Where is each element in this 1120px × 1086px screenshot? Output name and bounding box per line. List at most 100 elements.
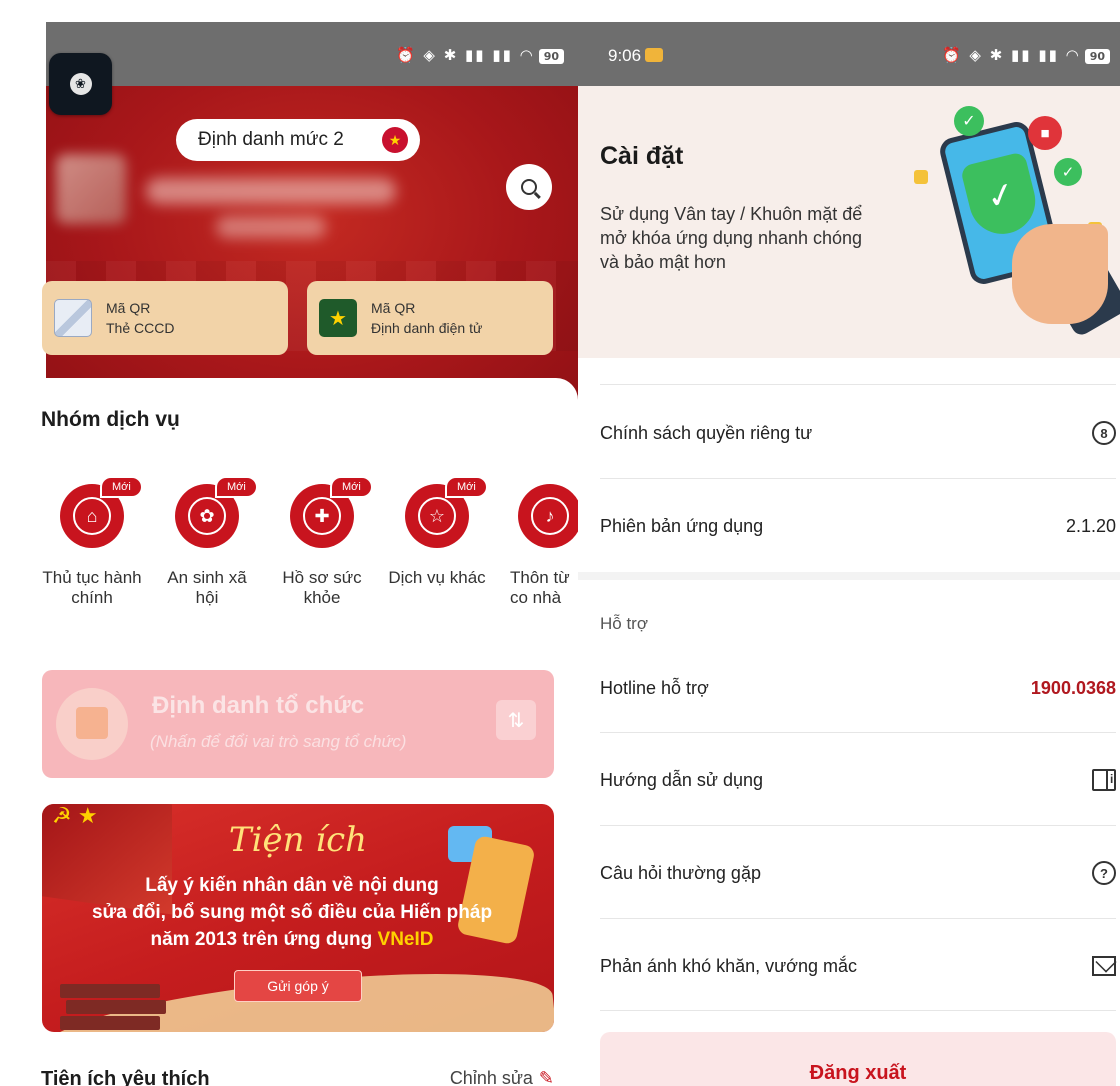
health-shield-icon: Mới ✚ (290, 476, 373, 548)
mail-send-icon (1092, 956, 1116, 976)
qr-cccd-title: Mã QR (106, 300, 151, 316)
status-icons: ⏰ ◈ ✱ ▮▮ ▮▮ ◠ 90 (396, 46, 564, 64)
app-version-value: 2.1.20 (1065, 515, 1116, 536)
status-bar: 9:06 ⏰ ◈ ✱ ▮▮ ▮▮ ◠ 90 (578, 22, 1120, 86)
service-health-record[interactable]: Mới ✚ Hồ sơ sức khỏe (272, 466, 373, 608)
favorites-edit-link[interactable]: Chỉnh sửa ✎ (450, 1068, 554, 1086)
faq-row[interactable]: Câu hỏi thường gặp ? (600, 827, 1116, 919)
service-label: Thủ tục hành chính (42, 568, 142, 607)
police-emblem-icon: ★ (319, 299, 357, 337)
qr-eid-card[interactable]: ★ Mã QR Định danh điện tử (307, 281, 553, 355)
divider (600, 732, 1116, 733)
book-icon (1092, 769, 1116, 791)
new-badge: Mới (215, 476, 258, 498)
service-label: Hồ sơ sức khỏe (282, 568, 362, 607)
favorites-edit-label: Chỉnh sửa (449, 1068, 533, 1086)
promo-banner[interactable]: ☭ ★ Tiện ích Lấy ý kiến nhân dân về nội … (42, 804, 554, 1032)
service-label: Thôn từ co nhà (510, 568, 570, 607)
star-shield-icon: ★ (382, 127, 408, 153)
divider (600, 825, 1116, 826)
clock: 9:06 (608, 46, 664, 66)
bank-icon: Mới ⌂ (60, 476, 143, 548)
promo-line-3: năm 2013 trên ứng dụng VNeID (72, 926, 512, 953)
promo-title: Tiện ích (228, 820, 368, 860)
promo-brand: VNeID (377, 929, 434, 950)
biometric-description: Sử dụng Vân tay / Khuôn mặt để mở khóa ứ… (600, 204, 863, 272)
calendar-icon (76, 707, 108, 739)
swap-icon[interactable]: ⇅ (496, 700, 536, 740)
service-administrative[interactable]: Mới ⌂ Thủ tục hành chính (42, 466, 143, 608)
organization-title: Định danh tổ chức (152, 692, 365, 719)
new-badge: Mới (445, 476, 488, 498)
avatar[interactable] (56, 154, 126, 224)
battery-indicator: 90 (1084, 49, 1110, 64)
service-label: Dịch vụ khác (388, 568, 486, 587)
user-guide-label: Hướng dẫn sử dụng (600, 769, 764, 790)
privacy-policy-label: Chính sách quyền riêng tư (600, 422, 813, 443)
service-label: An sinh xã hội (167, 568, 247, 607)
lock-icon: ■ (1028, 116, 1062, 150)
gallery-notification-icon (645, 48, 664, 62)
favorites-title: Tiện ích yêu thích (41, 1068, 210, 1086)
question-icon: ? (1092, 861, 1116, 885)
identity-level-badge[interactable]: Định danh mức 2 ★ (176, 119, 420, 161)
status-icons: ⏰ ◈ ✱ ▮▮ ▮▮ ◠ 90 (942, 46, 1110, 64)
bell-icon: ♪ (518, 484, 578, 548)
settings-screen: 9:06 ⏰ ◈ ✱ ▮▮ ▮▮ ◠ 90 Cài đặt Sử dụng Vân… (578, 22, 1120, 1086)
section-gap (578, 572, 1120, 580)
new-badge: Mới (100, 476, 143, 498)
service-group: Mới ⌂ Thủ tục hành chính Mới ✿ An sinh x… (42, 466, 578, 656)
support-heading: Hỗ trợ (600, 614, 648, 633)
check-icon: ✓ (954, 106, 984, 136)
search-button[interactable] (506, 164, 552, 210)
hotline-label: Hotline hỗ trợ (600, 677, 709, 698)
qr-eid-subtitle: Định danh điện tử (371, 320, 483, 336)
user-name-blurred (146, 178, 396, 204)
hand-graphic (1012, 224, 1108, 324)
feedback-label: Phản ánh khó khăn, vướng mắc (600, 955, 858, 976)
page-title: Cài đặt (600, 142, 684, 170)
service-notifications[interactable]: ♪ Thôn từ co nhà (500, 466, 578, 608)
new-badge: Mới (330, 476, 373, 498)
organization-subtitle: (Nhấn để đổi vai trò sang tổ chức) (150, 732, 407, 751)
app-switcher-icon[interactable]: ❀ (49, 53, 112, 115)
identity-level-label: Định danh mức 2 (198, 129, 344, 150)
logout-button[interactable]: Đăng xuất (600, 1032, 1116, 1086)
app-version-label: Phiên bản ứng dụng (600, 515, 764, 536)
service-other[interactable]: Mới ☆ Dịch vụ khác (387, 466, 488, 588)
settings-header: Cài đặt Sử dụng Vân tay / Khuôn mặt để m… (578, 86, 1120, 358)
user-id-blurred (216, 216, 326, 238)
divider (600, 918, 1116, 919)
profile-header: Định danh mức 2 ★ Mã QR Thẻ CCCD ★ Mã QR… (42, 86, 578, 416)
promo-line-2: sửa đổi, bổ sung một số điều của Hiến ph… (91, 902, 493, 923)
star-podium-icon: Mới ☆ (405, 476, 488, 548)
pencil-icon: ✎ (538, 1068, 554, 1086)
brain-icon: ❀ (69, 73, 92, 95)
security-illustration: ✓ ✓ ■ ✓ (904, 106, 1120, 339)
search-icon (521, 179, 537, 195)
organization-avatar (56, 688, 128, 760)
check-icon: ✓ (1054, 158, 1082, 186)
qr-eid-title: Mã QR (371, 300, 416, 316)
qr-cccd-card[interactable]: Mã QR Thẻ CCCD (42, 281, 288, 355)
home-screen: ⏰ ◈ ✱ ▮▮ ▮▮ ◠ 90 ❀ Định danh mức 2 ★ Mã Q… (0, 0, 578, 1086)
service-social-security[interactable]: Mới ✿ An sinh xã hội (157, 466, 258, 608)
id-card-icon (54, 299, 92, 337)
submit-feedback-button[interactable]: Gửi góp ý (234, 970, 362, 1002)
divider (600, 1010, 1116, 1011)
privacy-policy-row[interactable]: Chính sách quyền riêng tư 8 (600, 387, 1116, 479)
status-bar: ⏰ ◈ ✱ ▮▮ ▮▮ ◠ 90 (46, 22, 578, 86)
clock-label: 9:06 (608, 46, 642, 65)
services-title: Nhóm dịch vụ (41, 408, 180, 431)
divider (600, 478, 1116, 479)
app-version-row: Phiên bản ứng dụng 2.1.20 (600, 480, 1116, 572)
law-books-graphic (60, 954, 170, 1030)
hotline-number[interactable]: 1900.0368 (1031, 678, 1116, 699)
hotline-row[interactable]: Hotline hỗ trợ 1900.0368 (600, 642, 1116, 734)
organization-identity-card[interactable]: Định danh tổ chức (Nhấn để đổi vai trò s… (42, 670, 554, 778)
feedback-row[interactable]: Phản ánh khó khăn, vướng mắc (600, 920, 1116, 1012)
promo-line-1: Lấy ý kiến nhân dân về nội dung (145, 875, 439, 896)
user-guide-row[interactable]: Hướng dẫn sử dụng (600, 734, 1116, 826)
promo-line-3-text: năm 2013 trên ứng dụng (150, 929, 373, 950)
family-icon: Mới ✿ (175, 476, 258, 548)
